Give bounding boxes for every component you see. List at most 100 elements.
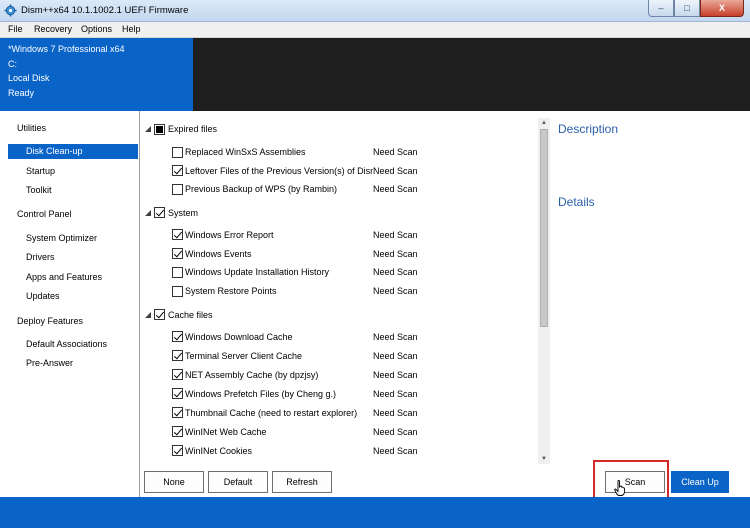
item-label: NET Assembly Cache (by dpzjsy) [185, 370, 319, 380]
refresh-button[interactable]: Refresh [272, 471, 332, 493]
default-button[interactable]: Default [208, 471, 268, 493]
item-checkbox-download-cache[interactable] [172, 331, 183, 342]
gear-app-icon [4, 4, 17, 17]
menu-recovery[interactable]: Recovery [34, 24, 72, 34]
menu-options[interactable]: Options [81, 24, 112, 34]
item-checkbox-prefetch-files[interactable] [172, 388, 183, 399]
disk-type: Local Disk [8, 73, 50, 83]
item-status: Need Scan [373, 166, 418, 176]
group-label-expired-files: Expired files [168, 124, 218, 134]
item-status: Need Scan [373, 147, 418, 157]
sidebar-item-system-optimizer[interactable]: System Optimizer [26, 233, 97, 243]
os-name: *Windows 7 Professional x64 [8, 44, 125, 54]
item-status: Need Scan [373, 249, 418, 259]
group-label-cache-files: Cache files [168, 310, 213, 320]
item-checkbox-thumbnail-cache[interactable] [172, 407, 183, 418]
item-label: Windows Events [185, 249, 252, 259]
scroll-up-arrow-icon[interactable]: ▲ [538, 118, 550, 128]
item-checkbox-update-history[interactable] [172, 267, 183, 278]
item-status: Need Scan [373, 286, 418, 296]
close-icon: X [718, 3, 725, 13]
sidebar-item-default-associations[interactable]: Default Associations [26, 339, 107, 349]
group-checkbox-expired-files[interactable] [154, 124, 165, 135]
none-button[interactable]: None [144, 471, 204, 493]
menu-help[interactable]: Help [122, 24, 141, 34]
sidebar-heading-control-panel[interactable]: Control Panel [17, 209, 72, 219]
sidebar-item-pre-answer[interactable]: Pre-Answer [26, 358, 73, 368]
sidebar-item-label: Disk Clean-up [26, 146, 83, 156]
item-checkbox-error-report[interactable] [172, 229, 183, 240]
item-status: Need Scan [373, 427, 418, 437]
item-label: Windows Error Report [185, 230, 274, 240]
minimize-icon: – [658, 3, 664, 13]
item-label: WinINet Cookies [185, 446, 253, 456]
group-checkbox-system[interactable] [154, 207, 165, 218]
close-button[interactable]: X [700, 0, 744, 17]
item-checkbox-replaced-winsxs[interactable] [172, 147, 183, 158]
item-label: Windows Update Installation History [185, 267, 330, 277]
collapse-arrow-icon[interactable] [144, 125, 152, 133]
clean-up-button[interactable]: Clean Up [671, 471, 729, 493]
item-checkbox-terminal-server-cache[interactable] [172, 350, 183, 361]
maximize-icon: □ [684, 3, 690, 13]
item-checkbox-leftover-dism[interactable] [172, 165, 183, 176]
drive-letter: C: [8, 58, 17, 69]
item-checkbox-wininet-cache[interactable] [172, 426, 183, 437]
menu-file[interactable]: File [8, 24, 23, 34]
item-status: Need Scan [373, 184, 418, 194]
item-label: WinINet Web Cache [185, 427, 267, 437]
collapse-arrow-icon[interactable] [144, 311, 152, 319]
image-state: Ready [8, 87, 35, 98]
item-label: System Restore Points [185, 286, 277, 296]
image-info-panel[interactable]: *Windows 7 Professional x64 C: Local Dis… [0, 38, 193, 111]
group-checkbox-cache-files[interactable] [154, 309, 165, 320]
sidebar-item-drivers[interactable]: Drivers [26, 252, 55, 262]
status-bar [0, 497, 750, 528]
sidebar: Utilities Disk Clean-up Startup Toolkit … [0, 111, 140, 497]
window-title: Dism++x64 10.1.1002.1 UEFI Firmware [21, 5, 189, 16]
collapse-arrow-icon[interactable] [144, 209, 152, 217]
main-area: Utilities Disk Clean-up Startup Toolkit … [0, 111, 750, 497]
item-label: Terminal Server Client Cache [185, 351, 303, 361]
scroll-down-arrow-icon[interactable]: ▼ [538, 454, 550, 464]
sidebar-item-disk-cleanup[interactable]: Disk Clean-up [8, 144, 138, 159]
item-label: Replaced WinSxS Assemblies [185, 147, 306, 157]
item-label: Windows Prefetch Files (by Cheng g.) [185, 389, 337, 399]
item-status: Need Scan [373, 351, 418, 361]
group-label-system: System [168, 208, 199, 218]
title-bar: Dism++x64 10.1.1002.1 UEFI Firmware – □ … [0, 0, 750, 22]
item-label: Leftover Files of the Previous Version(s… [185, 166, 373, 176]
item-label: Windows Download Cache [185, 332, 293, 342]
item-status: Need Scan [373, 446, 418, 456]
item-label: Previous Backup of WPS (by Rambin) [185, 184, 338, 194]
item-status: Need Scan [373, 230, 418, 240]
item-label: Thumbnail Cache (need to restart explore… [185, 408, 358, 418]
window-controls: – □ X [648, 0, 744, 17]
item-status: Need Scan [373, 370, 418, 380]
sidebar-item-apps-features[interactable]: Apps and Features [26, 272, 102, 282]
sidebar-item-toolkit[interactable]: Toolkit [26, 185, 52, 195]
item-checkbox-wininet-cookies[interactable] [172, 445, 183, 456]
maximize-button[interactable]: □ [674, 0, 700, 17]
item-status: Need Scan [373, 267, 418, 277]
item-status: Need Scan [373, 332, 418, 342]
tree-scrollbar[interactable]: ▲ ▼ [538, 118, 550, 464]
info-side-panel: Description Details [551, 111, 750, 497]
sidebar-item-startup[interactable]: Startup [26, 166, 55, 176]
item-status: Need Scan [373, 408, 418, 418]
scroll-thumb[interactable] [540, 129, 548, 327]
item-checkbox-net-assembly-cache[interactable] [172, 369, 183, 380]
details-heading: Details [558, 195, 595, 209]
description-heading: Description [558, 122, 619, 136]
sidebar-heading-utilities[interactable]: Utilities [17, 123, 46, 133]
item-status: Need Scan [373, 389, 418, 399]
menu-bar: File Recovery Options Help [0, 22, 750, 38]
header-empty-area [193, 38, 750, 111]
item-checkbox-wps-backup[interactable] [172, 184, 183, 195]
item-checkbox-restore-points[interactable] [172, 286, 183, 297]
sidebar-heading-deploy-features[interactable]: Deploy Features [17, 316, 83, 326]
minimize-button[interactable]: – [648, 0, 674, 17]
sidebar-item-updates[interactable]: Updates [26, 291, 60, 301]
item-checkbox-windows-events[interactable] [172, 248, 183, 259]
cleanup-tree: Expired files Replaced WinSxS Assemblies… [141, 111, 551, 497]
